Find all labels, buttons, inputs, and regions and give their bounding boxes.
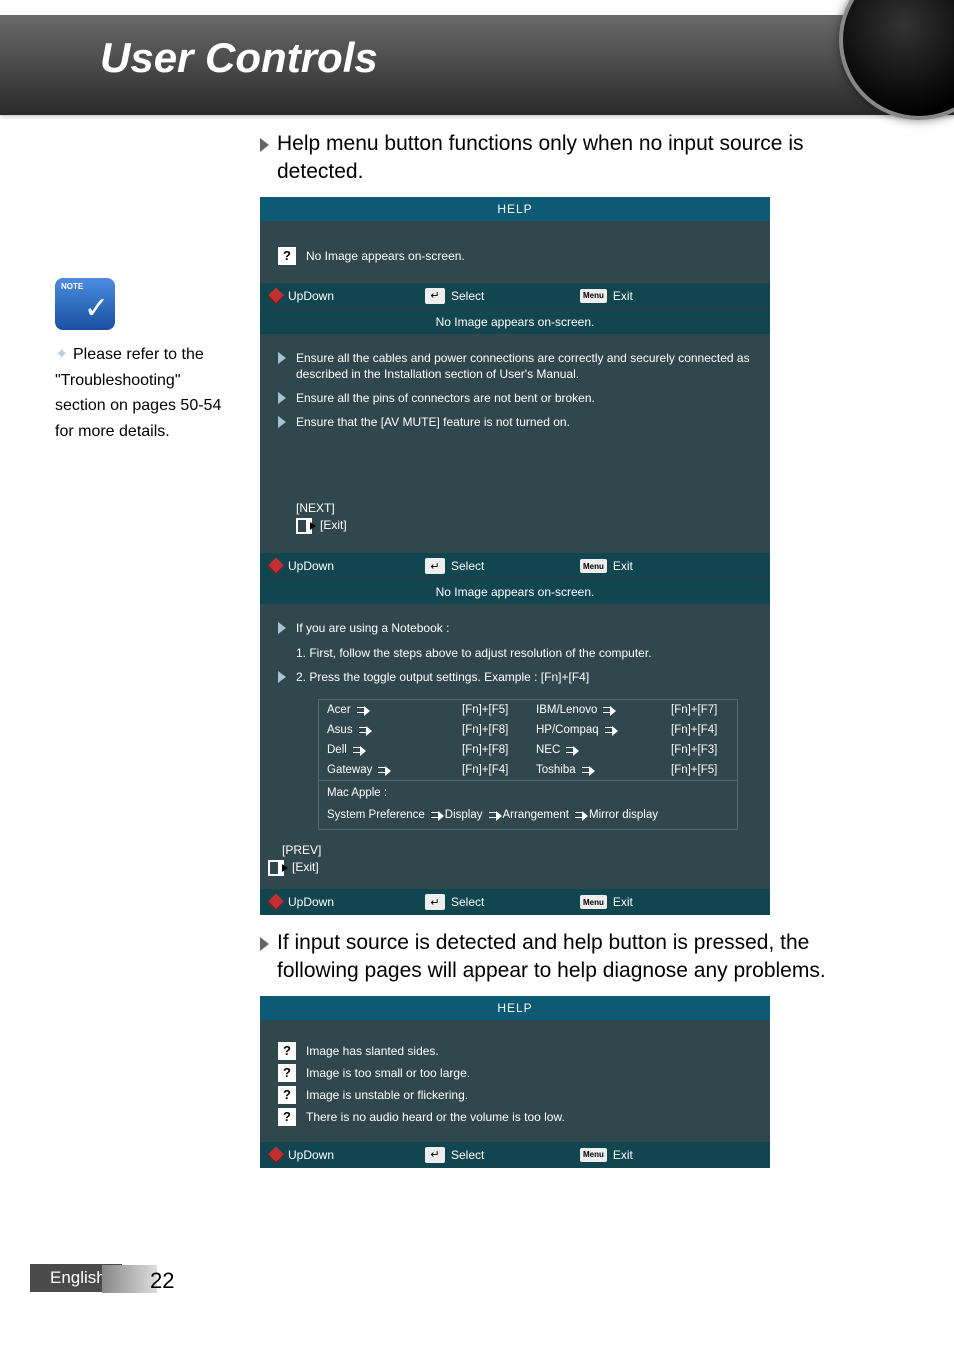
osd-help-2: HELP ?Image has slanted sides. ?Image is…	[260, 996, 770, 1168]
osd-help-1: HELP ? No Image appears on-screen. UpDown…	[260, 197, 770, 915]
next-link: [NEXT]	[296, 501, 734, 515]
osd-subtitle: No Image appears on-screen.	[260, 309, 770, 334]
question-icon: ?	[278, 247, 296, 265]
osd-title: HELP	[260, 197, 770, 221]
prev-link: [PREV]	[282, 843, 734, 857]
osd-control-bar: UpDown ↵Select MenuExit	[260, 553, 770, 579]
fn-key-table: Acer[Fn]+[F5] IBM/Lenovo[Fn]+[F7] Asus[F…	[318, 699, 738, 830]
enter-icon: ↵	[425, 288, 445, 304]
exit-icon	[296, 518, 312, 534]
help-topic: No Image appears on-screen.	[306, 249, 465, 263]
osd-subtitle: No Image appears on-screen.	[260, 579, 770, 604]
menu-icon: Menu	[580, 289, 607, 303]
updown-icon	[268, 287, 285, 304]
note-text: ✦Please refer to the "Troubleshooting" s…	[55, 342, 225, 444]
intro-2: If input source is detected and help but…	[260, 929, 860, 986]
note-badge: NOTE ✓	[55, 278, 115, 330]
page-title: User Controls	[100, 34, 378, 82]
osd-control-bar: UpDown ↵Select MenuExit	[260, 283, 770, 309]
intro-1: Help menu button functions only when no …	[260, 130, 860, 187]
bullet-icon	[260, 138, 269, 152]
page-number: 22	[150, 1268, 174, 1294]
step-arrow-icon	[278, 416, 286, 428]
step-arrow-icon	[278, 352, 286, 364]
step-arrow-icon	[278, 392, 286, 404]
exit-link: [Exit]	[320, 519, 347, 533]
